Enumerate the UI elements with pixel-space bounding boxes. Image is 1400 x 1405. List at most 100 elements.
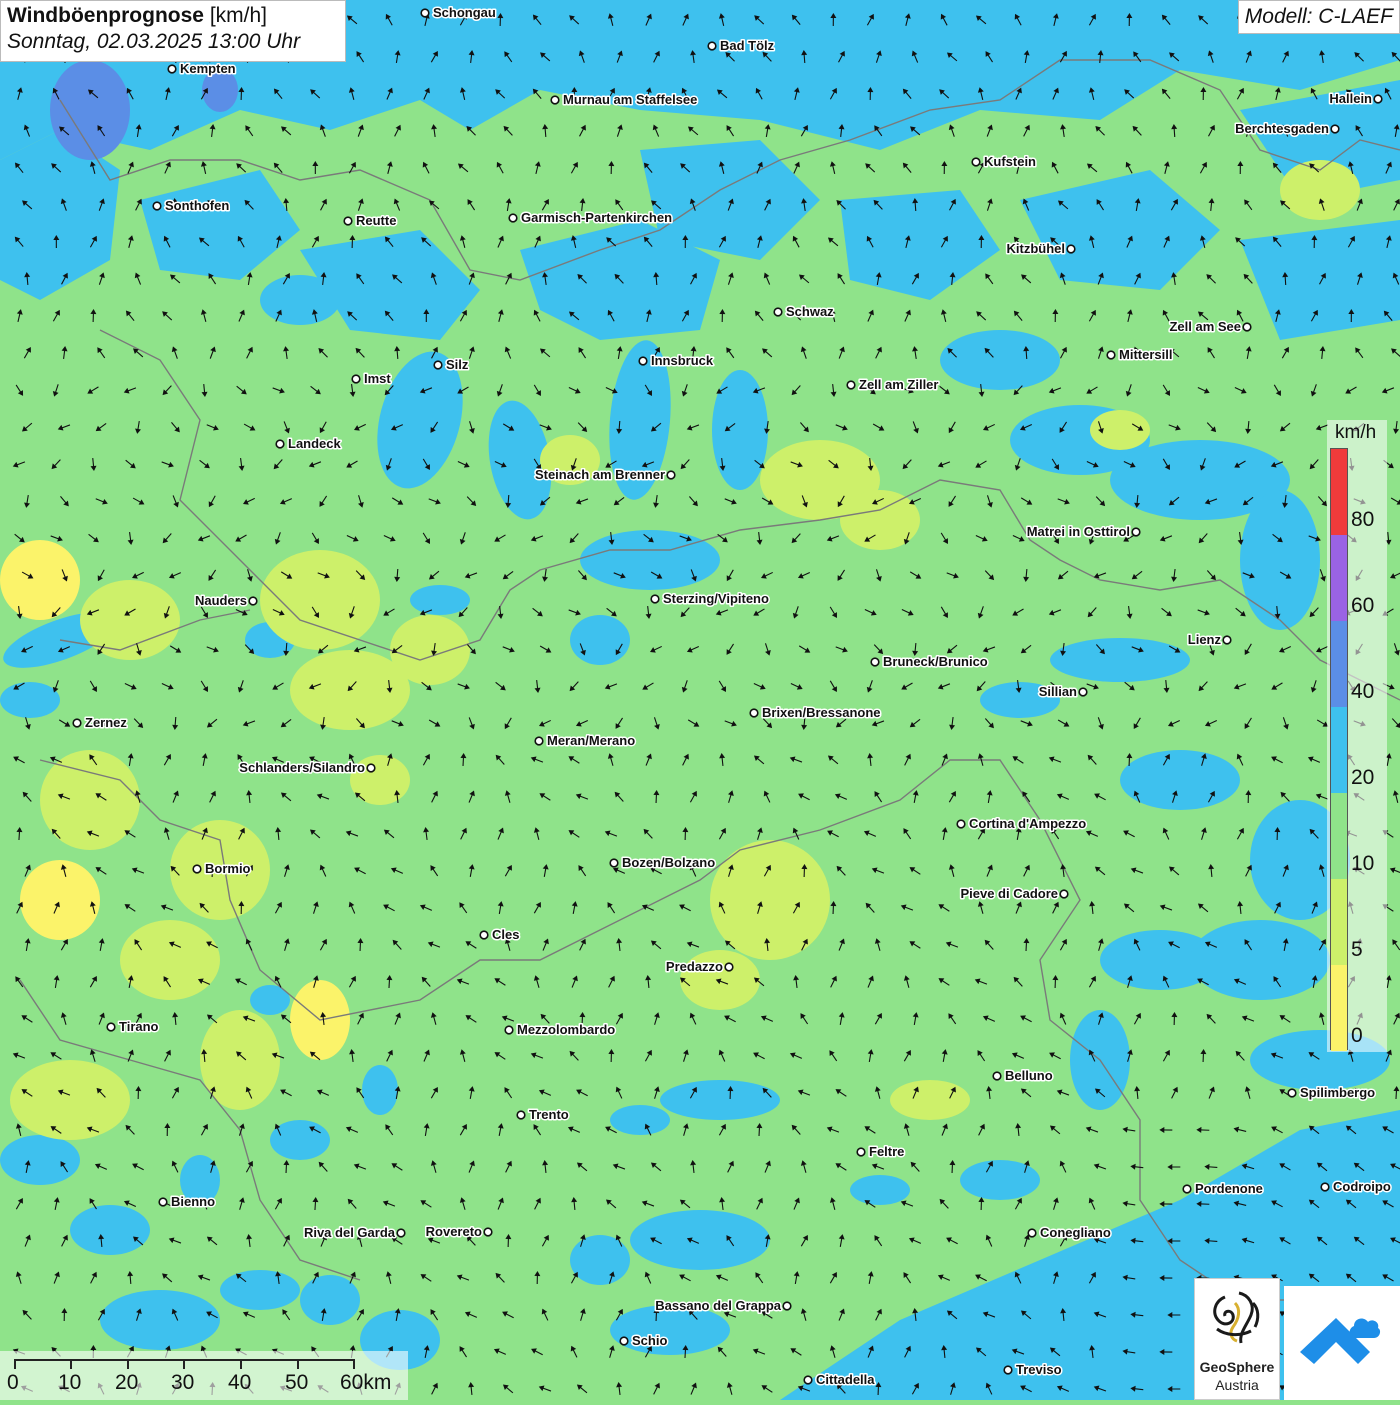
city-dot bbox=[249, 597, 257, 605]
city-dot bbox=[397, 1229, 405, 1237]
scale-label-30: 30 bbox=[171, 1371, 194, 1395]
geosphere-name: GeoSphere bbox=[1195, 1359, 1279, 1375]
city-label: Schio bbox=[632, 1333, 667, 1348]
city-label: Sillian bbox=[1039, 684, 1077, 699]
city-label: Meran/Merano bbox=[547, 733, 635, 748]
scale-tick bbox=[297, 1359, 299, 1369]
city-marker: Brixen/Bressanone bbox=[750, 705, 880, 720]
city-dot bbox=[708, 42, 716, 50]
city-label: Cles bbox=[492, 927, 519, 942]
city-dot bbox=[107, 1023, 115, 1031]
city-label: Kitzbühel bbox=[1007, 241, 1066, 256]
city-dot bbox=[1107, 351, 1115, 359]
geosphere-logo[interactable]: GeoSphere Austria bbox=[1194, 1278, 1280, 1400]
city-dot bbox=[667, 471, 675, 479]
city-dot bbox=[153, 202, 161, 210]
city-label: Zell am See bbox=[1169, 319, 1241, 334]
city-dot bbox=[783, 1302, 791, 1310]
city-dot bbox=[1028, 1229, 1036, 1237]
city-dot bbox=[73, 719, 81, 727]
scale-tick bbox=[183, 1359, 185, 1369]
city-label: Zernez bbox=[85, 715, 127, 730]
city-dot bbox=[610, 859, 618, 867]
city-dot bbox=[1331, 125, 1339, 133]
wind-zone bbox=[120, 920, 220, 1000]
city-dot bbox=[434, 361, 442, 369]
city-label: Riva del Garda bbox=[304, 1225, 396, 1240]
forecast-datetime: Sonntag, 02.03.2025 13:00 Uhr bbox=[7, 30, 339, 54]
wind-zone bbox=[940, 330, 1060, 390]
scale-tick bbox=[70, 1359, 72, 1369]
city-dot bbox=[1374, 95, 1382, 103]
legend-seg-10-20 bbox=[1331, 793, 1347, 879]
city-marker: Murnau am Staffelsee bbox=[551, 92, 697, 107]
scale-label-60km: 60km bbox=[340, 1371, 391, 1395]
city-marker: Berchtesgaden bbox=[1235, 121, 1339, 136]
city-dot bbox=[725, 963, 733, 971]
city-dot bbox=[1079, 688, 1087, 696]
wind-zone bbox=[1120, 750, 1240, 810]
wind-zone bbox=[80, 580, 180, 660]
city-label: Kempten bbox=[180, 61, 236, 76]
city-marker: Conegliano bbox=[1028, 1225, 1111, 1240]
city-dot bbox=[480, 931, 488, 939]
city-label: Sonthofen bbox=[165, 198, 229, 213]
legend-seg-60-80 bbox=[1331, 535, 1347, 621]
city-label: Matrei in Osttirol bbox=[1027, 524, 1130, 539]
city-dot bbox=[1223, 636, 1231, 644]
title-box: Windböenprognose [km/h] Sonntag, 02.03.2… bbox=[0, 0, 346, 62]
city-dot bbox=[993, 1072, 1001, 1080]
legend-label-80: 80 bbox=[1351, 508, 1374, 532]
city-dot bbox=[344, 217, 352, 225]
model-label: Modell: C-LAEF bbox=[1238, 0, 1400, 34]
city-label: Trento bbox=[529, 1107, 569, 1122]
city-label: Mittersill bbox=[1119, 347, 1172, 362]
city-dot bbox=[1060, 890, 1068, 898]
city-label: Cortina d'Ampezzo bbox=[969, 816, 1086, 831]
city-marker: Zell am Ziller bbox=[847, 377, 938, 392]
city-marker: Garmisch-Partenkirchen bbox=[509, 210, 672, 225]
city-marker: Sonthofen bbox=[153, 198, 229, 213]
mountain-cloud-icon bbox=[1284, 1286, 1400, 1400]
city-marker: Bozen/Bolzano bbox=[610, 855, 715, 870]
city-label: Schongau bbox=[433, 5, 496, 20]
city-label: Zell am Ziller bbox=[859, 377, 938, 392]
city-marker: Spilimbergo bbox=[1288, 1085, 1375, 1100]
city-label: Murnau am Staffelsee bbox=[563, 92, 697, 107]
scale-label-50: 50 bbox=[285, 1371, 308, 1395]
wind-zone bbox=[660, 1080, 780, 1120]
city-dot bbox=[1288, 1089, 1296, 1097]
city-label: Predazzo bbox=[666, 959, 723, 974]
wind-zone bbox=[10, 1060, 130, 1140]
city-label: Pordenone bbox=[1195, 1181, 1263, 1196]
title-unit: [km/h] bbox=[210, 4, 267, 27]
city-dot bbox=[1321, 1183, 1329, 1191]
city-label: Conegliano bbox=[1040, 1225, 1111, 1240]
city-dot bbox=[639, 357, 647, 365]
scale-label-20: 20 bbox=[115, 1371, 138, 1395]
scale-tick bbox=[127, 1359, 129, 1369]
wind-zone bbox=[850, 1175, 910, 1205]
city-label: Bassano del Grappa bbox=[655, 1298, 781, 1313]
city-marker: Bruneck/Brunico bbox=[871, 654, 988, 669]
wind-gust-map[interactable]: SchongauBad TölzKemptenMurnau am Staffel… bbox=[0, 0, 1400, 1400]
wind-zone bbox=[570, 615, 630, 665]
wind-zone bbox=[712, 370, 768, 490]
city-dot bbox=[847, 381, 855, 389]
city-dot bbox=[620, 1337, 628, 1345]
city-marker: Schongau bbox=[421, 5, 496, 20]
scale-bar: 0 10 20 30 40 50 60km bbox=[0, 1351, 408, 1400]
city-marker: Pieve di Cadore bbox=[960, 886, 1067, 901]
weather-app-logo[interactable] bbox=[1284, 1286, 1400, 1400]
city-marker: Mezzolombardo bbox=[505, 1022, 615, 1037]
city-label: Hallein bbox=[1329, 91, 1372, 106]
city-label: Schwaz bbox=[786, 304, 834, 319]
city-label: Innsbruck bbox=[651, 353, 714, 368]
scale-label-0: 0 bbox=[7, 1371, 19, 1395]
city-label: Pieve di Cadore bbox=[960, 886, 1058, 901]
city-label: Codroipo bbox=[1333, 1179, 1391, 1194]
city-dot bbox=[651, 595, 659, 603]
city-marker: Cortina d'Ampezzo bbox=[957, 816, 1086, 831]
geosphere-country: Austria bbox=[1195, 1377, 1279, 1393]
city-marker: Pordenone bbox=[1183, 1181, 1263, 1196]
